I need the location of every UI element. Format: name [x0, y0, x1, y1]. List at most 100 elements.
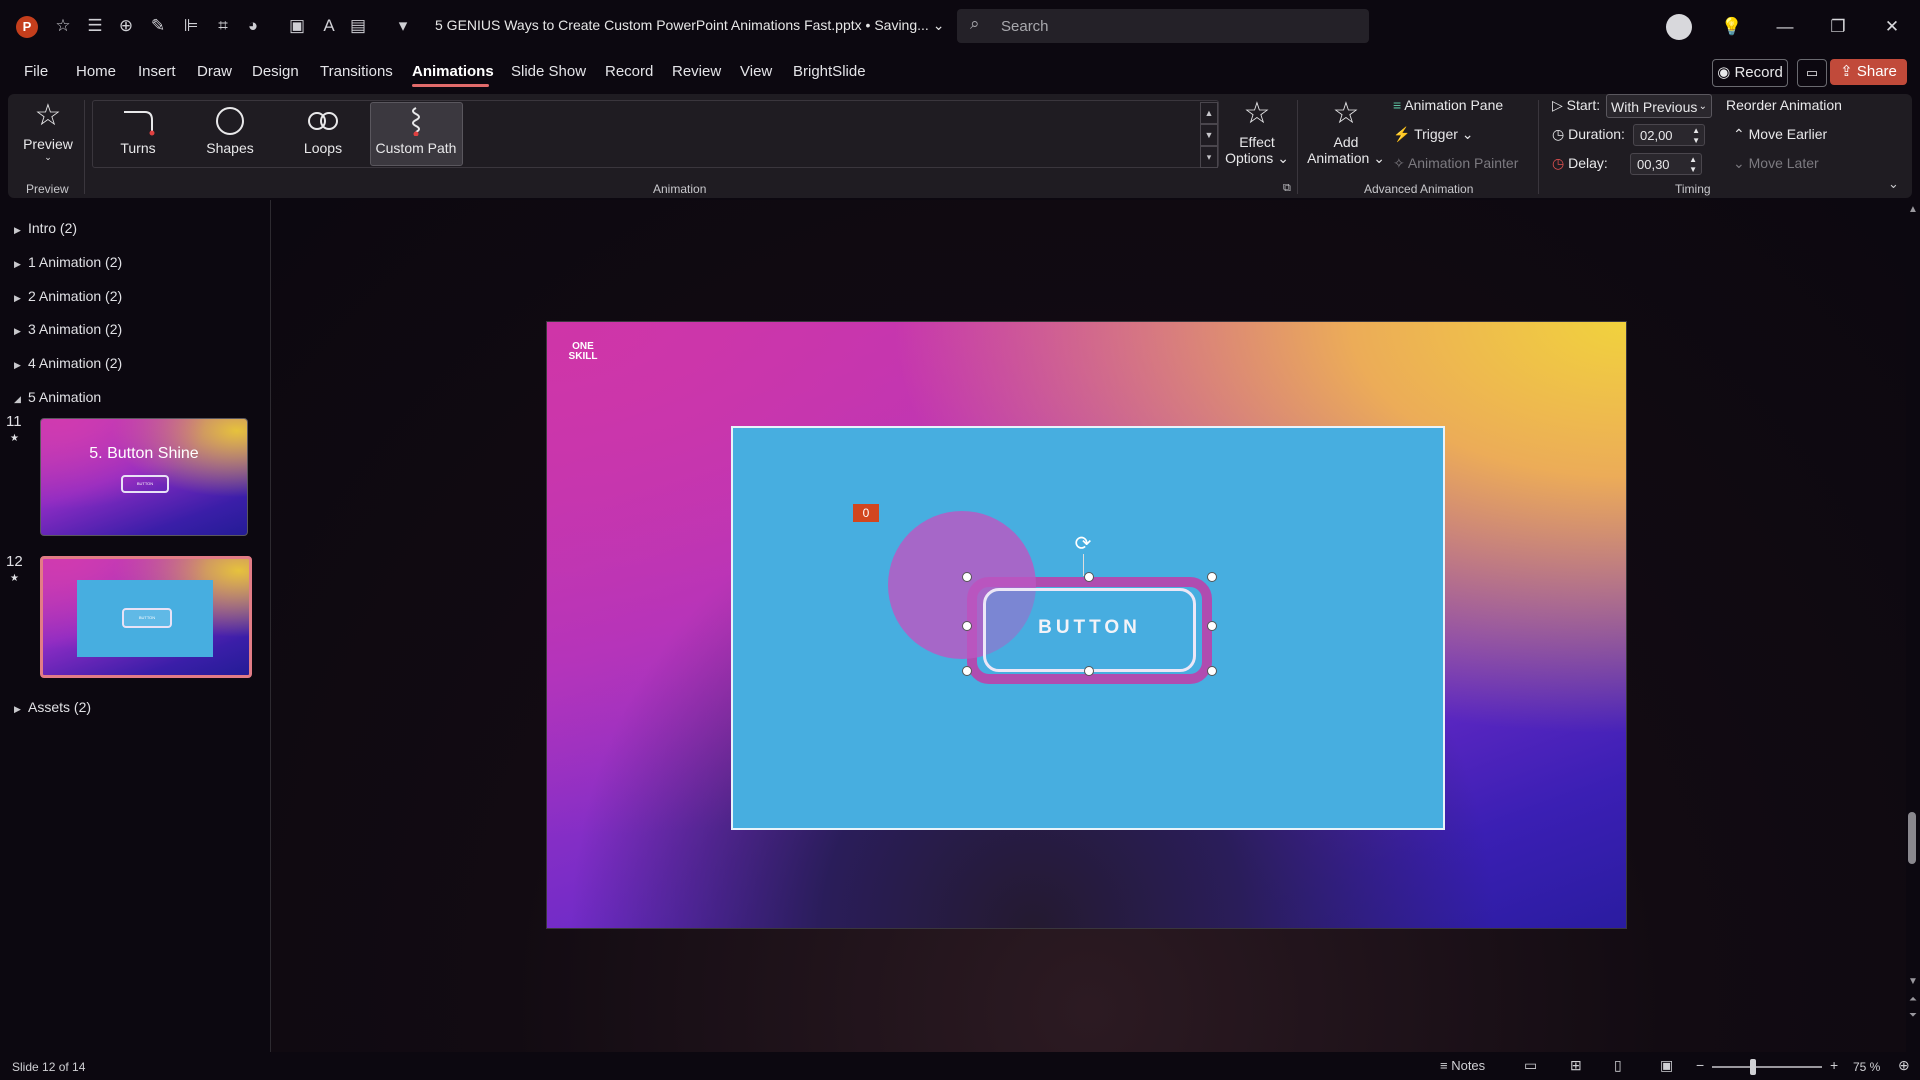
tab-transitions[interactable]: Transitions	[320, 63, 393, 80]
group-separator	[84, 100, 85, 194]
close-icon[interactable]: ✕	[1872, 12, 1912, 42]
align-icon[interactable]: ⊫	[180, 15, 202, 37]
gallery-item-turns[interactable]: Turns	[106, 106, 170, 156]
tab-view[interactable]: View	[740, 63, 772, 80]
vertical-scrollbar[interactable]	[1906, 200, 1920, 1052]
previous-slide-icon[interactable]: ⏶	[1905, 994, 1920, 1005]
record-button[interactable]: ◉ Record	[1712, 59, 1788, 87]
customize-icon[interactable]: ▾	[392, 15, 414, 37]
resize-handle-e[interactable]	[1207, 621, 1217, 631]
section-intro[interactable]: ▶ Intro (2)	[14, 220, 77, 236]
tab-animations[interactable]: Animations	[412, 63, 494, 80]
restore-icon[interactable]: ❐	[1818, 12, 1858, 42]
slide-count[interactable]: Slide 12 of 14	[12, 1060, 85, 1074]
tab-review[interactable]: Review	[672, 63, 721, 80]
resize-handle-n[interactable]	[1084, 572, 1094, 582]
gallery-item-loops[interactable]: Loops	[291, 106, 355, 156]
slide-sorter-icon[interactable]: ⊞	[1570, 1057, 1582, 1074]
document-title[interactable]: 5 GENIUS Ways to Create Custom PowerPoin…	[435, 17, 944, 34]
resize-handle-nw[interactable]	[962, 572, 972, 582]
crop-icon[interactable]: ⌗	[212, 15, 234, 37]
zoom-slider[interactable]	[1712, 1066, 1822, 1068]
star-icon[interactable]: ☆	[52, 15, 74, 37]
next-slide-icon[interactable]: ⏷	[1905, 1010, 1920, 1021]
zoom-in-icon[interactable]: +	[1830, 1057, 1838, 1073]
slide-canvas[interactable]: ONE SKILL 0 BUTTON ⟳	[546, 321, 1627, 929]
section-2-animation[interactable]: ▶ 2 Animation (2)	[14, 288, 122, 304]
gallery-item-custom-path[interactable]: Custom Path	[372, 106, 460, 156]
section-3-animation[interactable]: ▶ 3 Animation (2)	[14, 321, 122, 337]
tab-record[interactable]: Record	[605, 63, 653, 80]
list-icon[interactable]: ☰	[84, 15, 106, 37]
animation-pane-button[interactable]: ≡ Animation Pane	[1393, 97, 1503, 113]
scroll-down-icon[interactable]: ▼	[1905, 976, 1920, 987]
scroll-up-icon[interactable]: ▲	[1905, 204, 1920, 215]
animation-order-badge[interactable]: 0	[853, 504, 879, 522]
tab-design[interactable]: Design	[252, 63, 299, 80]
animation-painter-button[interactable]: ✧ Animation Painter	[1393, 155, 1518, 172]
pen-icon[interactable]: ✎	[147, 15, 169, 37]
gallery-scroll-down[interactable]: ▼	[1200, 124, 1218, 146]
zoom-level[interactable]: 75 %	[1853, 1060, 1880, 1074]
reading-view-icon[interactable]: ▯	[1614, 1057, 1622, 1074]
tab-draw[interactable]: Draw	[197, 63, 232, 80]
tab-file[interactable]: File	[24, 63, 48, 80]
image-icon[interactable]: ▣	[286, 15, 308, 37]
spinner-icon[interactable]: ▲ ▼	[1689, 155, 1697, 175]
tab-home[interactable]: Home	[76, 63, 116, 80]
zoom-slider-thumb[interactable]	[1750, 1059, 1756, 1075]
zoom-out-icon[interactable]: −	[1696, 1057, 1704, 1073]
section-4-animation[interactable]: ▶ 4 Animation (2)	[14, 355, 122, 371]
delay-value: 00,30	[1637, 157, 1670, 172]
slide-thumbnail-12-selected[interactable]: BUTTON	[40, 556, 252, 678]
preview-button[interactable]: ☆ Preview ⌄	[18, 100, 78, 163]
gallery-item-shapes[interactable]: Shapes	[198, 106, 262, 156]
crosshair-icon[interactable]: ⊕	[115, 15, 137, 37]
shape-icon[interactable]: ◕	[242, 15, 264, 37]
section-label: 3 Animation (2)	[28, 321, 123, 337]
slide-thumbnail-11[interactable]: 5. Button Shine BUTTON	[40, 418, 248, 536]
avatar[interactable]	[1666, 14, 1692, 40]
delay-field[interactable]: 00,30 ▲ ▼	[1630, 153, 1702, 175]
gallery-scroll-up[interactable]: ▲	[1200, 102, 1218, 124]
lightbulb-icon[interactable]: 💡	[1712, 12, 1752, 42]
tab-brightslide[interactable]: BrightSlide	[793, 63, 866, 80]
expand-icon: ▶	[14, 293, 21, 303]
move-later-button[interactable]: ⌄ Move Later	[1733, 155, 1819, 172]
resize-handle-s[interactable]	[1084, 666, 1094, 676]
tab-slide-show[interactable]: Slide Show	[511, 63, 586, 80]
effect-options-button[interactable]: ☆ Effect Options ⌄	[1222, 98, 1292, 167]
resize-handle-se[interactable]	[1207, 666, 1217, 676]
tab-insert[interactable]: Insert	[138, 63, 176, 80]
minimize-icon[interactable]: —	[1765, 12, 1805, 42]
duration-field[interactable]: 02,00 ▲ ▼	[1633, 124, 1705, 146]
resize-handle-ne[interactable]	[1207, 572, 1217, 582]
animation-painter-label: Animation Painter	[1407, 155, 1519, 171]
share-button[interactable]: ⇪ Share	[1830, 59, 1907, 85]
resize-handle-sw[interactable]	[962, 666, 972, 676]
fit-to-window-icon[interactable]: ⊕	[1898, 1057, 1910, 1074]
notes-icon: ≡	[1440, 1058, 1452, 1073]
button-text[interactable]: BUTTON	[967, 617, 1212, 639]
add-animation-button[interactable]: ☆ Add Animation ⌄	[1306, 98, 1386, 167]
section-5-animation[interactable]: ◢ 5 Animation	[14, 389, 101, 405]
start-select[interactable]: With Previous ⌄	[1606, 94, 1712, 118]
move-earlier-button[interactable]: ⌃ Move Earlier	[1733, 126, 1827, 143]
layout-icon[interactable]: ▤	[347, 15, 369, 37]
gallery-more[interactable]: ▾	[1200, 146, 1218, 168]
collapse-ribbon-icon[interactable]: ⌄	[1888, 176, 1899, 192]
comment-icon[interactable]: ▭	[1797, 59, 1827, 87]
spinner-icon[interactable]: ▲ ▼	[1692, 126, 1700, 146]
trigger-button[interactable]: ⚡ Trigger ⌄	[1393, 126, 1474, 143]
normal-view-icon[interactable]: ▭	[1524, 1057, 1537, 1074]
section-assets[interactable]: ▶ Assets (2)	[14, 699, 91, 715]
slideshow-view-icon[interactable]: ▣	[1660, 1057, 1673, 1074]
scroll-thumb[interactable]	[1908, 812, 1916, 864]
rotate-handle-icon[interactable]: ⟳	[1071, 532, 1095, 556]
group-label-timing: Timing	[1675, 182, 1711, 196]
text-icon[interactable]: A	[318, 15, 340, 37]
resize-handle-w[interactable]	[962, 621, 972, 631]
dialog-launcher-icon[interactable]: ⧉	[1283, 182, 1291, 195]
notes-button[interactable]: ≡ Notes	[1440, 1058, 1485, 1073]
section-1-animation[interactable]: ▶ 1 Animation (2)	[14, 254, 122, 270]
